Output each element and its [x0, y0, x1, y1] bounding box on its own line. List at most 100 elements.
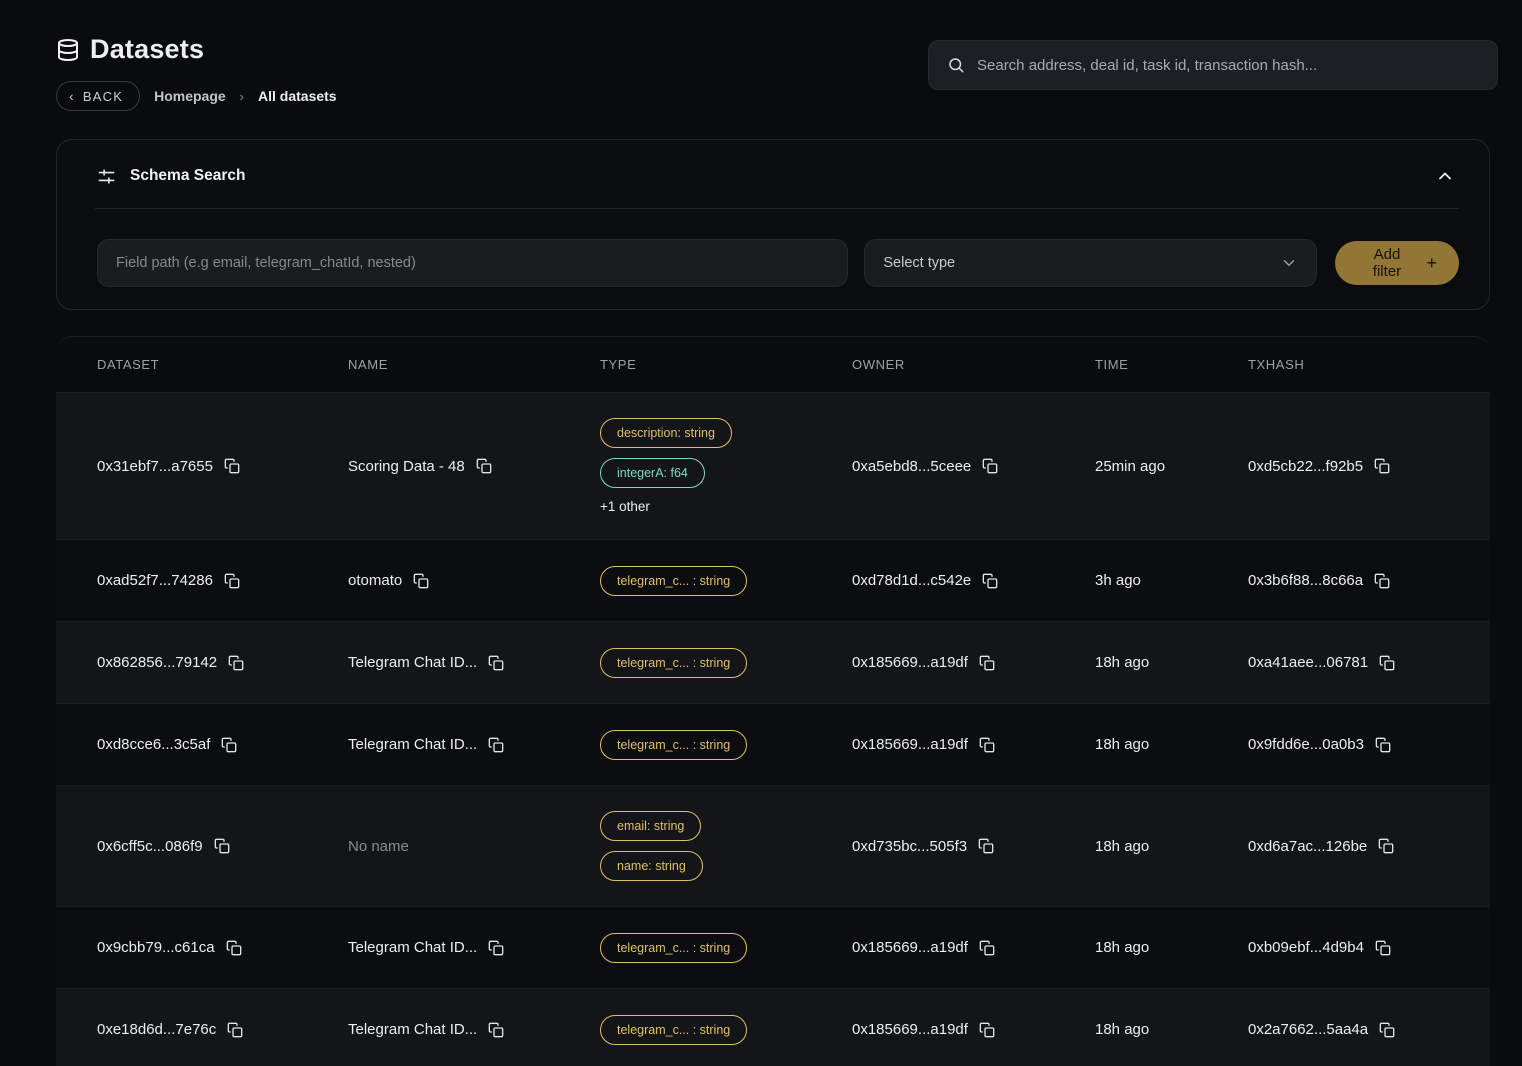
copy-owner-button[interactable]: [980, 456, 1000, 476]
dataset-name: Telegram Chat ID...: [348, 654, 477, 671]
copy-owner-button[interactable]: [976, 836, 996, 856]
type-badge: description: string: [600, 418, 732, 448]
dataset-id: 0xad52f7...74286: [97, 572, 213, 589]
back-button[interactable]: ‹ BACK: [56, 81, 140, 111]
dataset-id: 0xd8cce6...3c5af: [97, 736, 210, 753]
copy-icon: [488, 1022, 504, 1038]
owner-id: 0x185669...a19df: [852, 654, 968, 671]
copy-dataset-button[interactable]: [224, 938, 244, 958]
type-select[interactable]: Select type: [864, 239, 1317, 287]
copy-txhash-button[interactable]: [1372, 456, 1392, 476]
datasets-table: DATASET NAME TYPE OWNER TIME TXHASH 0x31…: [56, 336, 1490, 1066]
copy-dataset-button[interactable]: [226, 653, 246, 673]
copy-owner-button[interactable]: [977, 735, 997, 755]
time-ago: 18h ago: [1095, 1021, 1149, 1038]
copy-icon: [1375, 940, 1391, 956]
type-badges: telegram_c... : string: [600, 623, 747, 703]
dataset-id: 0x9cbb79...c61ca: [97, 939, 215, 956]
schema-search-title: Schema Search: [130, 167, 245, 185]
global-search-input[interactable]: [977, 57, 1479, 74]
time-ago: 3h ago: [1095, 572, 1141, 589]
copy-dataset-button[interactable]: [219, 735, 239, 755]
main-content: Schema Search Select type Add filter + D…: [0, 139, 1522, 1066]
copy-owner-button[interactable]: [977, 1020, 997, 1040]
copy-owner-button[interactable]: [977, 938, 997, 958]
top-bar: Datasets ‹ BACK Homepage › All datasets: [0, 0, 1522, 111]
copy-txhash-button[interactable]: [1372, 571, 1392, 591]
table-row[interactable]: 0xe18d6d...7e76c Telegram Chat ID... tel…: [56, 988, 1490, 1066]
breadcrumb-homepage[interactable]: Homepage: [154, 88, 226, 104]
copy-dataset-button[interactable]: [222, 456, 242, 476]
copy-icon: [1379, 1022, 1395, 1038]
field-path-input[interactable]: [97, 239, 848, 287]
txhash-id: 0xd5cb22...f92b5: [1248, 458, 1363, 475]
copy-icon: [1374, 573, 1390, 589]
chevron-down-icon: [1280, 254, 1298, 272]
txhash-id: 0x3b6f88...8c66a: [1248, 572, 1363, 589]
time-ago: 18h ago: [1095, 939, 1149, 956]
copy-name-button[interactable]: [486, 1020, 506, 1040]
breadcrumb-current: All datasets: [258, 88, 337, 104]
dataset-name: otomato: [348, 572, 402, 589]
table-row[interactable]: 0x6cff5c...086f9 No name email: stringna…: [56, 785, 1490, 906]
type-badge: telegram_c... : string: [600, 566, 747, 596]
table-row[interactable]: 0x9cbb79...c61ca Telegram Chat ID... tel…: [56, 906, 1490, 988]
copy-name-button[interactable]: [474, 456, 494, 476]
table-row[interactable]: 0xad52f7...74286 otomato telegram_c... :…: [56, 539, 1490, 621]
dataset-name: Telegram Chat ID...: [348, 939, 477, 956]
time-ago: 25min ago: [1095, 458, 1165, 475]
copy-name-button[interactable]: [486, 735, 506, 755]
copy-name-button[interactable]: [411, 571, 431, 591]
time-ago: 18h ago: [1095, 838, 1149, 855]
copy-icon: [488, 655, 504, 671]
copy-dataset-button[interactable]: [222, 571, 242, 591]
dataset-name: Scoring Data - 48: [348, 458, 465, 475]
type-badges: telegram_c... : string: [600, 990, 747, 1066]
copy-icon: [221, 737, 237, 753]
type-badges: description: string integerA: f64 +1 other: [600, 393, 732, 539]
dataset-id: 0x862856...79142: [97, 654, 217, 671]
collapse-panel-button[interactable]: [1431, 162, 1459, 190]
copy-owner-button[interactable]: [980, 571, 1000, 591]
database-icon: [56, 38, 80, 62]
dataset-id: 0xe18d6d...7e76c: [97, 1021, 216, 1038]
type-badge: telegram_c... : string: [600, 933, 747, 963]
column-header-type: TYPE: [600, 357, 852, 372]
type-badge: name: string: [600, 851, 703, 881]
plus-icon: +: [1426, 253, 1437, 274]
copy-txhash-button[interactable]: [1377, 1020, 1397, 1040]
txhash-id: 0xb09ebf...4d9b4: [1248, 939, 1364, 956]
page-title: Datasets: [90, 34, 204, 65]
copy-dataset-button[interactable]: [212, 836, 232, 856]
more-types-label: +1 other: [600, 499, 650, 514]
type-badge: telegram_c... : string: [600, 1015, 747, 1045]
copy-name-button[interactable]: [486, 938, 506, 958]
copy-owner-button[interactable]: [977, 653, 997, 673]
table-row[interactable]: 0x31ebf7...a7655 Scoring Data - 48 descr…: [56, 392, 1490, 539]
copy-txhash-button[interactable]: [1376, 836, 1396, 856]
back-button-label: BACK: [83, 89, 123, 104]
breadcrumb: ‹ BACK Homepage › All datasets: [56, 81, 337, 111]
table-row[interactable]: 0x862856...79142 Telegram Chat ID... tel…: [56, 621, 1490, 703]
schema-search-panel: Schema Search Select type Add filter +: [56, 139, 1490, 310]
table-row[interactable]: 0xd8cce6...3c5af Telegram Chat ID... tel…: [56, 703, 1490, 785]
copy-icon: [979, 655, 995, 671]
owner-id: 0xd78d1d...c542e: [852, 572, 971, 589]
copy-name-button[interactable]: [486, 653, 506, 673]
type-badge: integerA: f64: [600, 458, 705, 488]
copy-icon: [978, 838, 994, 854]
type-badges: telegram_c... : string: [600, 541, 747, 621]
copy-icon: [488, 940, 504, 956]
copy-icon: [226, 940, 242, 956]
copy-icon: [982, 458, 998, 474]
copy-txhash-button[interactable]: [1373, 938, 1393, 958]
global-search-bar[interactable]: [928, 40, 1498, 90]
copy-icon: [979, 1022, 995, 1038]
copy-dataset-button[interactable]: [225, 1020, 245, 1040]
txhash-id: 0x2a7662...5aa4a: [1248, 1021, 1368, 1038]
copy-txhash-button[interactable]: [1373, 735, 1393, 755]
copy-txhash-button[interactable]: [1377, 653, 1397, 673]
copy-icon: [214, 838, 230, 854]
add-filter-button[interactable]: Add filter +: [1335, 241, 1459, 285]
type-badge: telegram_c... : string: [600, 648, 747, 678]
